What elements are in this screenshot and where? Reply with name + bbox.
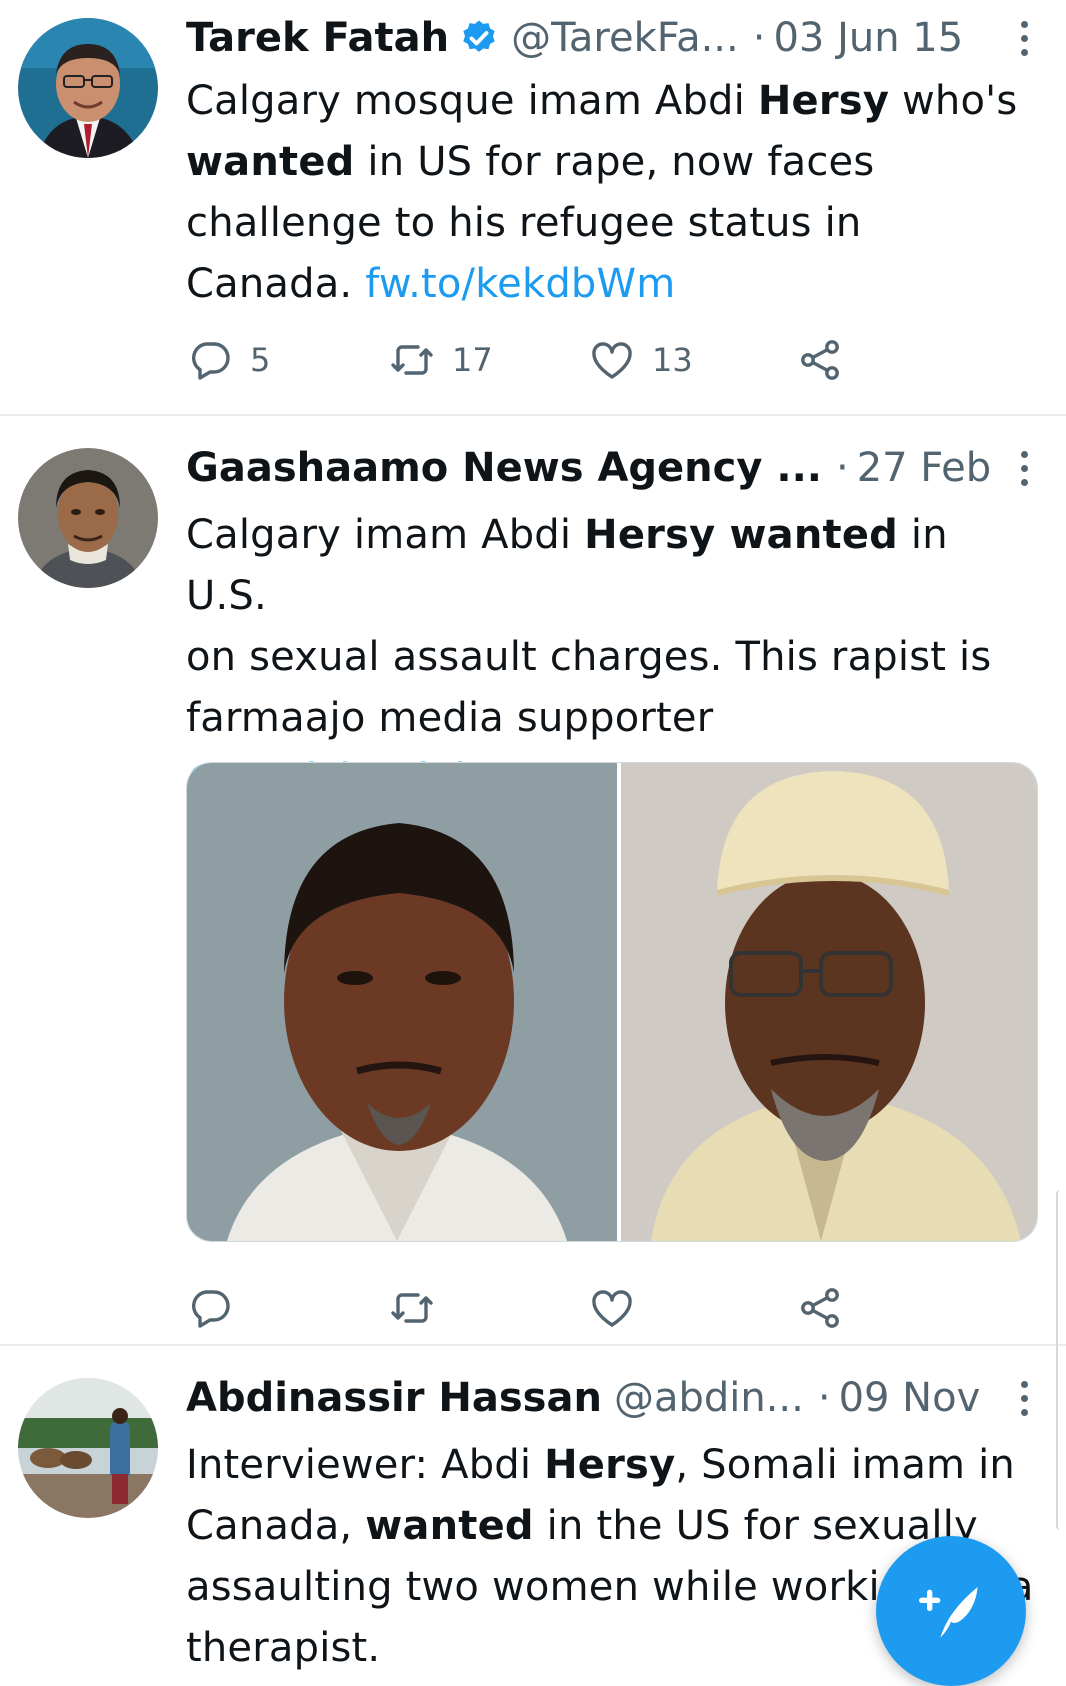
scrollbar[interactable] [1056,1190,1066,1530]
reply-button[interactable]: 5 [186,336,270,384]
heart-icon [592,342,632,379]
like-button[interactable]: 13 [588,336,693,384]
tweet-timestamp[interactable]: 27 Feb [857,445,991,491]
avatar-abdinassir-hassan[interactable] [18,1378,158,1518]
more-options-icon[interactable] [1012,450,1036,486]
avatar-image [18,448,158,588]
retweet-icon [391,345,433,375]
author-name[interactable]: Abdinassir Hassan [186,1375,602,1421]
share-button[interactable] [796,336,844,384]
tweet-text-line: Calgary mosque imam Abdi Hersy who's [186,78,1018,124]
tweet-actions: 5 17 13 [186,336,886,392]
avatar-image [18,18,158,158]
retweet-count: 17 [452,341,493,379]
share-icon [801,340,839,380]
reply-count: 5 [250,341,271,379]
photo-right[interactable] [621,763,1037,1241]
author-name[interactable]: Gaashaamo News Agency ... [186,445,822,491]
compose-tweet-button[interactable] [876,1536,1026,1686]
tweet-text-line: on sexual assault charges. This rapist i… [186,634,992,680]
tweet-header: Gaashaamo News Agency ... · 27 Feb [186,442,1036,494]
tweet-text-line: Interviewer: Abdi Hersy, Somali imam in [186,1442,1015,1488]
retweet-button[interactable]: 17 [388,336,493,384]
share-icon [801,1288,839,1328]
separator-dot: · [817,1375,831,1421]
separator-dot: · [835,445,849,491]
more-options-icon[interactable] [1012,20,1036,56]
tweet-header: Abdinassir Hassan @abdin... · 09 Nov [186,1372,1036,1424]
tweet-media[interactable] [186,762,1038,1242]
like-count: 13 [652,341,693,379]
avatar-image [18,1378,158,1518]
tweet-2[interactable]: Gaashaamo News Agency ... · 27 Feb Calga… [0,416,1066,1342]
reply-icon [192,1290,230,1328]
tweet-timestamp[interactable]: 03 Jun 15 [773,15,963,61]
separator-dot: · [752,15,766,61]
photo-left[interactable] [187,763,617,1241]
author-name[interactable]: Tarek Fatah [186,15,449,61]
tweet-text-line: challenge to his refugee status in [186,200,862,246]
tweet-link[interactable]: fw.to/kekdbWm [365,261,675,307]
avatar-gaashaamo-news-agency[interactable] [18,448,158,588]
tweet-text-line: Canada. fw.to/kekdbWm [186,261,676,307]
tweet-text: Calgary mosque imam Abdi Hersy who's wan… [186,71,1036,315]
verified-badge-icon [459,18,499,58]
tweet-text-line: Calgary imam Abdi Hersy wanted in U.S. [186,512,948,619]
tweet-text-line: farmaajo media supporter [186,695,714,741]
retweet-button[interactable] [388,1284,452,1332]
author-handle[interactable]: @abdin... [614,1375,804,1421]
avatar-tarek-fatah[interactable] [18,18,158,158]
tweet-timestamp[interactable]: 09 Nov [839,1375,981,1421]
tweet-text-line: wanted in US for rape, now faces [186,139,875,185]
reply-icon [192,342,230,380]
tweet-header: Tarek Fatah @TarekFa... · 03 Jun 15 [186,12,1036,64]
tweet-actions [186,1284,886,1340]
author-handle[interactable]: @TarekFa... [511,15,739,61]
reply-button[interactable] [186,1284,250,1332]
like-button[interactable] [588,1284,652,1332]
share-button[interactable] [796,1284,844,1332]
tweet-1[interactable]: Tarek Fatah @TarekFa... · 03 Jun 15 Calg… [0,0,1066,390]
retweet-icon [391,1293,433,1323]
compose-tweet-icon [919,1587,978,1638]
more-options-icon[interactable] [1012,1380,1036,1416]
heart-icon [592,1290,632,1327]
